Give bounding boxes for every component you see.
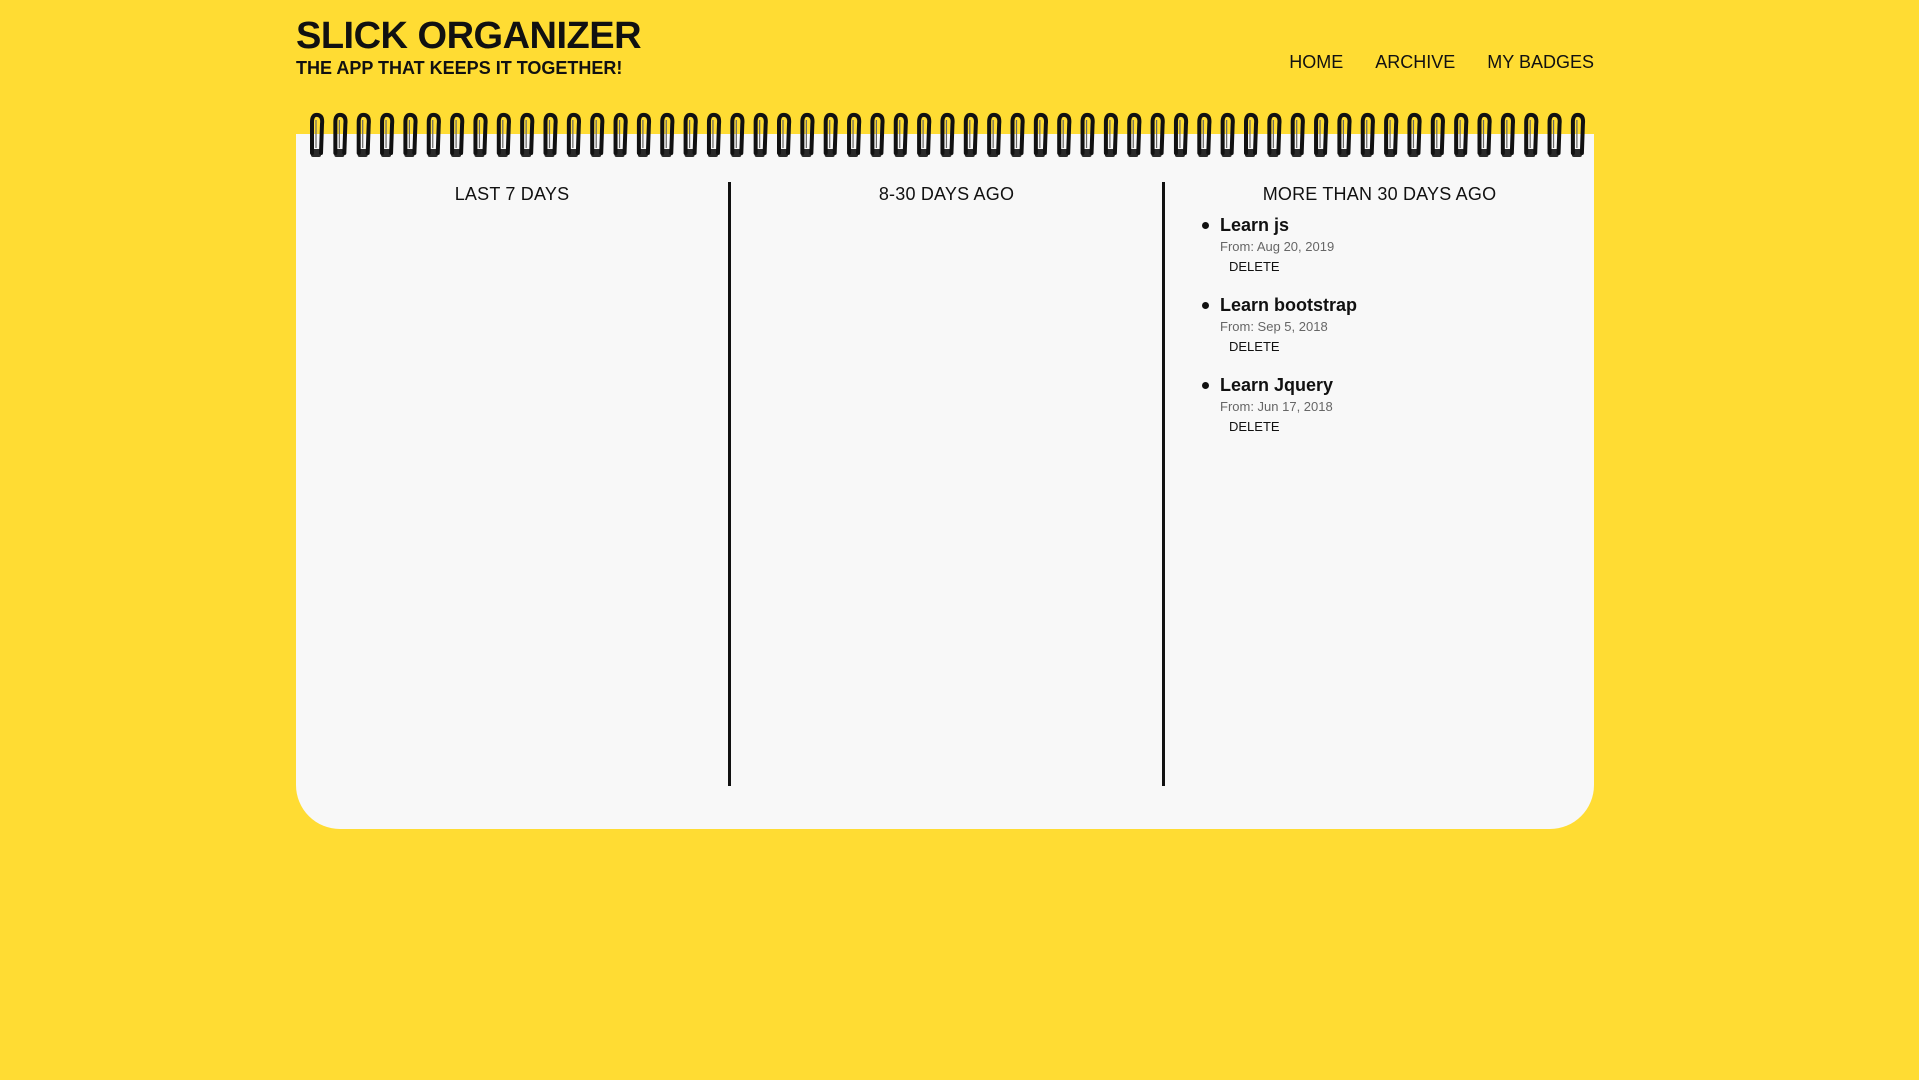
time-columns: LAST 7 DAYS 8-30 DAYS AGO MORE THAN 30 D… — [296, 182, 1594, 786]
spiral-ring — [940, 112, 955, 157]
column-last-7-days: LAST 7 DAYS — [296, 182, 728, 786]
task-title: Learn Jquery — [1220, 375, 1334, 395]
spiral-ring — [403, 112, 418, 157]
spiral-ring — [473, 112, 488, 157]
spiral-ring — [1384, 112, 1399, 157]
spiral-ring — [1314, 112, 1329, 157]
spiral-ring — [1477, 112, 1492, 157]
delete-button[interactable]: DELETE — [1229, 419, 1280, 435]
spiral-ring — [1033, 112, 1049, 157]
spiral-ring — [426, 112, 441, 157]
spiral-ring — [520, 112, 535, 157]
spiral-ring — [917, 112, 932, 157]
nav-archive-link[interactable]: ARCHIVE — [1375, 52, 1455, 73]
spiral-ring — [1500, 112, 1516, 157]
spiral-ring — [870, 112, 885, 157]
spiral-ring — [823, 112, 838, 157]
spiral-ring — [496, 112, 511, 157]
spiral-ring — [1524, 112, 1539, 157]
delete-button[interactable]: DELETE — [1229, 259, 1280, 275]
main-nav: HOME ARCHIVE MY BADGES — [1289, 52, 1594, 73]
spiral-ring — [753, 112, 768, 157]
spiral-ring — [987, 112, 1002, 157]
spiral-ring — [566, 112, 582, 157]
column-heading: MORE THAN 30 DAYS AGO — [1262, 184, 1497, 204]
task-date: From: Jun 17, 2018 — [1220, 399, 1333, 414]
spiral-ring — [1570, 112, 1586, 157]
nav-home-link[interactable]: HOME — [1289, 52, 1343, 73]
column-8-30-days: 8-30 DAYS AGO — [728, 182, 1162, 786]
spiral-ring — [660, 112, 675, 157]
spiral-binding-icon — [310, 112, 1586, 157]
spiral-ring — [730, 112, 745, 157]
spiral-ring — [1454, 112, 1469, 157]
spiral-ring — [1220, 112, 1235, 157]
task-date: From: Aug 20, 2019 — [1220, 239, 1335, 254]
spiral-ring — [1360, 112, 1375, 157]
spiral-ring — [1010, 112, 1025, 157]
spiral-ring — [310, 112, 325, 157]
task-item: Learn bootstrap From: Sep 5, 2018 DELETE — [1202, 293, 1594, 356]
spiral-ring — [356, 112, 371, 157]
app-title: SLICK ORGANIZER — [296, 15, 642, 57]
brand: SLICK ORGANIZER THE APP THAT KEEPS IT TO… — [296, 15, 642, 78]
task-item: Learn js From: Aug 20, 2019 DELETE — [1202, 213, 1594, 276]
spiral-ring — [613, 112, 628, 157]
column-over-30-days: MORE THAN 30 DAYS AGO Learn js From: Aug… — [1162, 182, 1594, 786]
spiral-ring — [963, 112, 978, 157]
task-title: Learn bootstrap — [1220, 295, 1358, 315]
spiral-ring — [1197, 112, 1212, 157]
spiral-ring — [706, 112, 722, 157]
nav-badges-link[interactable]: MY BADGES — [1487, 52, 1594, 73]
spiral-ring — [1407, 112, 1422, 157]
spiral-ring — [1150, 112, 1165, 157]
notebook-board: LAST 7 DAYS 8-30 DAYS AGO MORE THAN 30 D… — [296, 134, 1594, 829]
spiral-ring — [1173, 112, 1189, 157]
spiral-ring — [777, 112, 792, 157]
spiral-ring — [1267, 112, 1282, 157]
spiral-ring — [1127, 112, 1142, 157]
spiral-ring — [333, 112, 348, 157]
task-date: From: Sep 5, 2018 — [1220, 319, 1328, 334]
spiral-ring — [1290, 112, 1305, 157]
task-title: Learn js — [1220, 215, 1290, 235]
spiral-ring — [800, 112, 815, 157]
page: SLICK ORGANIZER THE APP THAT KEEPS IT TO… — [0, 0, 1919, 1080]
spiral-ring — [1057, 112, 1072, 157]
spiral-ring — [1430, 112, 1445, 157]
task-item: Learn Jquery From: Jun 17, 2018 DELETE — [1202, 373, 1594, 436]
spiral-ring — [893, 112, 908, 157]
spiral-ring — [1547, 112, 1562, 157]
spiral-ring — [1337, 112, 1352, 157]
spiral-ring — [590, 112, 605, 157]
column-heading: 8-30 DAYS AGO — [878, 184, 1015, 204]
delete-button[interactable]: DELETE — [1229, 339, 1280, 355]
spiral-ring — [543, 112, 558, 157]
column-heading: LAST 7 DAYS — [454, 184, 570, 204]
spiral-ring — [1080, 112, 1095, 157]
spiral-ring — [1103, 112, 1119, 157]
spiral-ring — [636, 112, 652, 157]
spiral-ring — [683, 112, 698, 157]
spiral-ring — [380, 112, 395, 157]
task-list: Learn js From: Aug 20, 2019 DELETE Learn… — [1165, 213, 1594, 436]
spiral-ring — [1244, 112, 1259, 157]
spiral-ring — [847, 112, 862, 157]
spiral-ring — [450, 112, 465, 157]
app-tagline: THE APP THAT KEEPS IT TOGETHER! — [296, 58, 623, 78]
